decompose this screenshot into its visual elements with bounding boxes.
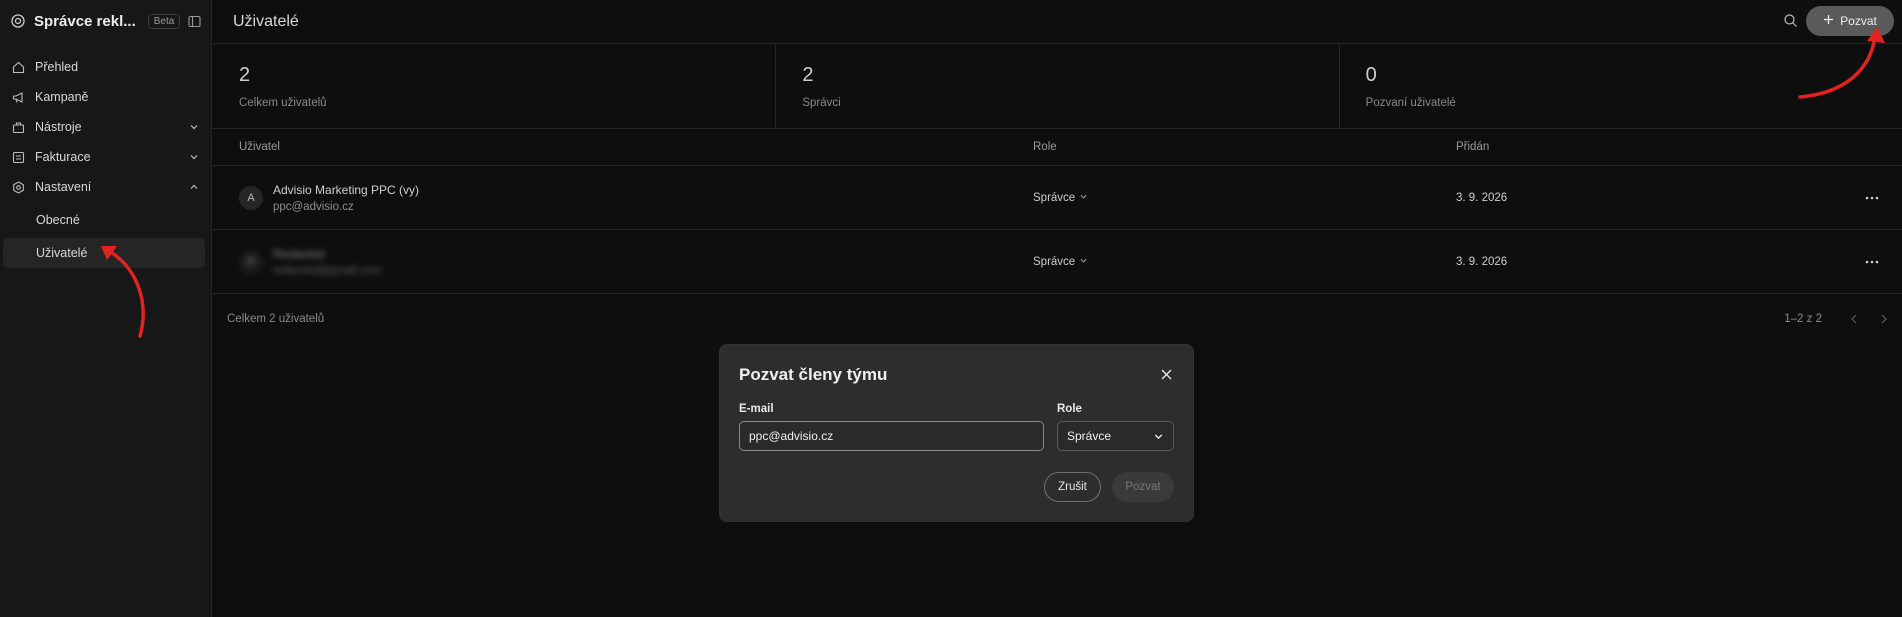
page-title: Uživatelé <box>233 12 299 30</box>
stat-value: 0 <box>1365 64 1377 86</box>
gear-icon <box>11 180 25 194</box>
table-row: R Redacted redacted@gmail.com Správce 3.… <box>213 230 1902 294</box>
sidebar-item-label: Fakturace <box>35 150 91 164</box>
sidebar-subitem-obecne[interactable]: Obecné <box>3 205 205 235</box>
topbar: Uživatelé <box>213 0 1902 44</box>
chevron-down-icon <box>1079 256 1088 268</box>
sidebar: Správce rekl... Beta Přehled Kampaně Nás… <box>0 0 212 617</box>
stat-value: 2 <box>239 64 251 86</box>
role-select[interactable]: Správce <box>1057 421 1174 451</box>
submit-invite-button[interactable]: Pozvat <box>1112 472 1174 502</box>
table-footer: Celkem 2 uživatelů 1–2 z 2 <box>213 294 1902 344</box>
stat-total-users: 2 Celkem uživatelů <box>213 44 777 128</box>
chevron-down-icon <box>188 151 200 163</box>
sidebar-item-label: Nástroje <box>35 120 82 134</box>
more-options-icon[interactable] <box>1864 190 1880 206</box>
next-page-icon[interactable] <box>1874 309 1894 329</box>
openai-logo-icon <box>10 12 26 30</box>
close-icon[interactable] <box>1159 367 1173 381</box>
user-email: redacted@gmail.com <box>273 264 382 277</box>
sidebar-subitem-uzivatele[interactable]: Uživatelé <box>3 238 205 268</box>
avatar: R <box>239 249 263 274</box>
sidebar-item-fakturace[interactable]: Fakturace <box>0 142 211 172</box>
sidebar-toggle-icon[interactable] <box>188 13 201 29</box>
stat-admins: 2 Správci <box>776 44 1340 128</box>
sidebar-item-nastroje[interactable]: Nástroje <box>0 112 211 142</box>
added-date: 3. 9. 2026 <box>1456 191 1508 204</box>
stat-value: 2 <box>802 64 814 86</box>
invite-button[interactable]: Pozvat <box>1806 6 1894 36</box>
role-dropdown[interactable]: Správce <box>1033 256 1456 268</box>
beta-badge: Beta <box>147 13 181 29</box>
chevron-down-icon <box>1079 192 1088 204</box>
role-label: Role <box>1057 403 1082 415</box>
user-name: Advisio Marketing PPC (vy) <box>273 182 420 197</box>
invite-button-label: Pozvat <box>1840 14 1877 28</box>
plus-icon <box>1823 14 1834 28</box>
pagination <box>1844 309 1894 329</box>
stat-label: Pozvaní uživatelé <box>1365 97 1456 109</box>
sidebar-nav: Přehled Kampaně Nástroje Fakturace Nasta… <box>0 42 211 268</box>
role-select-value: Správce <box>1067 429 1112 443</box>
dialog-title: Pozvat členy týmu <box>739 365 888 384</box>
stat-invited-users: 0 Pozvaní uživatelé <box>1340 44 1902 128</box>
pagination-range: 1–2 z 2 <box>1784 313 1822 325</box>
brand: Správce rekl... Beta <box>0 0 211 42</box>
search-icon[interactable] <box>1783 13 1798 31</box>
user-info: Redacted redacted@gmail.com <box>273 247 382 277</box>
column-header-user: Uživatel <box>239 141 280 153</box>
email-label: E-mail <box>739 403 774 415</box>
column-header-added: Přidán <box>1456 141 1490 153</box>
invite-dialog: Pozvat členy týmu E-mail Role Správce Zr… <box>719 344 1194 522</box>
user-cell: R Redacted redacted@gmail.com <box>213 247 1033 277</box>
sidebar-item-nastaveni[interactable]: Nastavení <box>0 172 211 202</box>
user-cell: A Advisio Marketing PPC (vy) ppc@advisio… <box>213 183 1033 213</box>
sidebar-item-label: Nastavení <box>35 180 92 194</box>
stat-label: Celkem uživatelů <box>239 97 327 109</box>
sidebar-item-label: Přehled <box>35 60 79 74</box>
role-value: Správce <box>1033 255 1076 268</box>
chevron-down-icon <box>188 121 200 133</box>
user-info: Advisio Marketing PPC (vy) ppc@advisio.c… <box>273 183 419 213</box>
megaphone-icon <box>11 90 25 104</box>
sidebar-item-label: Kampaně <box>35 90 89 104</box>
chevron-up-icon <box>188 181 200 193</box>
column-header-role: Role <box>1033 141 1057 153</box>
stats-bar: 2 Celkem uživatelů 2 Správci 0 Pozvaní u… <box>213 44 1902 129</box>
email-field[interactable] <box>739 421 1044 451</box>
user-name: Redacted <box>273 246 325 261</box>
table-row: A Advisio Marketing PPC (vy) ppc@advisio… <box>213 166 1902 230</box>
cancel-button[interactable]: Zrušit <box>1044 472 1101 502</box>
table-header: Uživatel Role Přidán <box>213 129 1902 166</box>
avatar: A <box>239 185 263 210</box>
invoice-icon <box>11 150 25 164</box>
sidebar-item-kampane[interactable]: Kampaně <box>0 82 211 112</box>
user-email: ppc@advisio.cz <box>273 200 354 213</box>
role-cell: Správce <box>1033 256 1456 268</box>
total-count: Celkem 2 uživatelů <box>227 313 325 325</box>
more-options-icon[interactable] <box>1864 254 1880 270</box>
chevron-down-icon <box>1152 430 1164 442</box>
role-value: Správce <box>1033 191 1076 204</box>
brand-name: Správce rekl... <box>34 12 136 30</box>
toolbox-icon <box>11 120 25 134</box>
role-dropdown[interactable]: Správce <box>1033 192 1456 204</box>
role-cell: Správce <box>1033 192 1456 204</box>
sidebar-item-prehled[interactable]: Přehled <box>0 52 211 82</box>
prev-page-icon[interactable] <box>1844 309 1864 329</box>
home-icon <box>11 60 25 74</box>
main-content: Uživatelé Pozvat 2 Celkem uživatelů 2 Sp… <box>213 0 1902 617</box>
stat-label: Správci <box>802 97 841 109</box>
added-date: 3. 9. 2026 <box>1456 255 1508 268</box>
